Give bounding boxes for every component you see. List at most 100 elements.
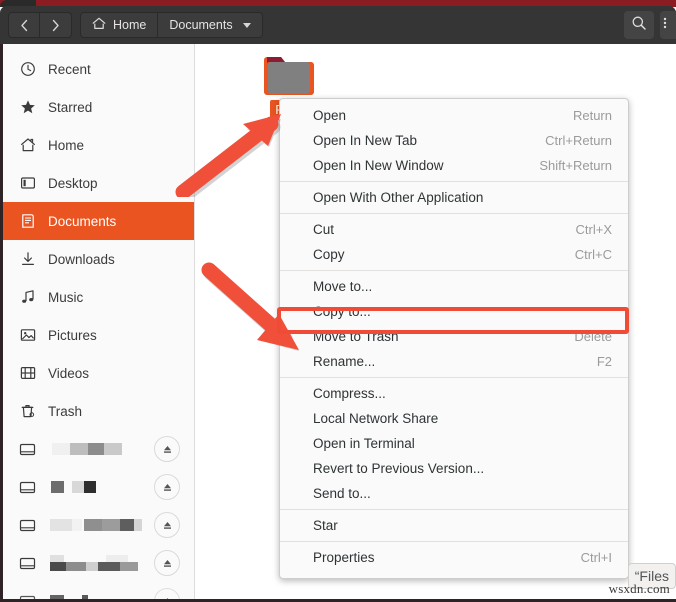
- chevron-down-icon: [243, 23, 251, 28]
- drive-icon: [19, 555, 36, 572]
- menu-item-open-with-other-application[interactable]: Open With Other Application: [280, 185, 628, 210]
- search-icon: [631, 15, 647, 36]
- menu-item-label: Send to...: [313, 486, 371, 501]
- download-icon: [19, 251, 36, 268]
- home-icon: [92, 17, 106, 33]
- sidebar-item-starred[interactable]: Starred: [3, 88, 194, 126]
- breadcrumb: Home Documents: [80, 12, 263, 38]
- document-icon: [19, 213, 36, 230]
- sidebar-item-documents[interactable]: Documents: [3, 202, 194, 240]
- sidebar-device-row[interactable]: [3, 506, 194, 544]
- menu-item-rename[interactable]: Rename... F2: [280, 349, 628, 374]
- menu-item-move-to[interactable]: Move to...: [280, 274, 628, 299]
- sidebar-device-row[interactable]: [3, 430, 194, 468]
- chevron-left-icon: [19, 19, 30, 32]
- search-button[interactable]: [624, 11, 654, 39]
- menu-separator: [280, 213, 628, 214]
- menu-item-accel: Ctrl+X: [576, 222, 612, 237]
- eject-button[interactable]: [154, 436, 180, 462]
- menu-item-accel: Shift+Return: [539, 158, 612, 173]
- menu-item-accel: Ctrl+I: [581, 550, 612, 565]
- sidebar-label-pictures: Pictures: [48, 328, 97, 343]
- menu-item-accel: Return: [573, 108, 612, 123]
- sidebar-item-pictures[interactable]: Pictures: [3, 316, 194, 354]
- sidebar-item-desktop[interactable]: Desktop: [3, 164, 194, 202]
- music-note-icon: [19, 289, 36, 306]
- menu-item-star[interactable]: Star: [280, 513, 628, 538]
- menu-item-cut[interactable]: Cut Ctrl+X: [280, 217, 628, 242]
- sidebar-item-home[interactable]: Home: [3, 126, 194, 164]
- breadcrumb-label-documents: Documents: [169, 18, 232, 32]
- menu-separator: [280, 377, 628, 378]
- menu-item-accel: Delete: [574, 329, 612, 344]
- menu-item-accel: Ctrl+C: [575, 247, 612, 262]
- context-menu-group: Compress... Local Network Share Open in …: [280, 381, 628, 506]
- menu-separator: [280, 181, 628, 182]
- menu-item-label: Revert to Previous Version...: [313, 461, 484, 476]
- menu-item-label: Compress...: [313, 386, 386, 401]
- context-menu-group: Cut Ctrl+X Copy Ctrl+C: [280, 217, 628, 267]
- menu-separator: [280, 270, 628, 271]
- breadcrumb-label-home: Home: [113, 18, 146, 32]
- sidebar-device-label-redacted: [48, 519, 142, 531]
- menu-item-compress[interactable]: Compress...: [280, 381, 628, 406]
- drive-icon: [19, 441, 36, 458]
- sidebar-label-home: Home: [48, 138, 84, 153]
- sidebar-label-recent: Recent: [48, 62, 91, 77]
- eject-button[interactable]: [154, 474, 180, 500]
- chevron-right-icon: [50, 19, 61, 32]
- breadcrumb-item-home[interactable]: Home: [80, 12, 158, 38]
- eject-icon: [161, 519, 174, 532]
- drive-icon: [19, 479, 36, 496]
- menu-item-move-to-trash[interactable]: Move to Trash Delete: [280, 324, 628, 349]
- main-menu-button[interactable]: [660, 11, 676, 39]
- sidebar-device-row[interactable]: [3, 468, 194, 506]
- sidebar-device-row[interactable]: [3, 544, 194, 582]
- menu-item-label: Cut: [313, 222, 334, 237]
- back-button[interactable]: [8, 12, 40, 38]
- forward-button[interactable]: [40, 12, 72, 38]
- menu-item-send-to[interactable]: Send to...: [280, 481, 628, 506]
- menu-item-open[interactable]: Open Return: [280, 103, 628, 128]
- sidebar-item-music[interactable]: Music: [3, 278, 194, 316]
- eject-button[interactable]: [154, 550, 180, 576]
- sidebar-label-downloads: Downloads: [48, 252, 115, 267]
- sidebar-label-music: Music: [48, 290, 83, 305]
- menu-item-label: Open In New Window: [313, 158, 444, 173]
- context-menu: Open Return Open In New Tab Ctrl+Return …: [279, 98, 629, 579]
- desktop-icon: [19, 175, 36, 192]
- context-menu-group: Open With Other Application: [280, 185, 628, 210]
- sidebar-item-recent[interactable]: Recent: [3, 50, 194, 88]
- breadcrumb-item-documents[interactable]: Documents: [158, 12, 262, 38]
- sidebar-item-videos[interactable]: Videos: [3, 354, 194, 392]
- annotation-arrow-to-move-to-trash: [197, 254, 327, 364]
- eject-button[interactable]: [154, 512, 180, 538]
- context-menu-group: Properties Ctrl+I: [280, 545, 628, 570]
- clock-icon: [19, 61, 36, 78]
- navigation-button-group: [8, 12, 72, 38]
- menu-item-accel: F2: [597, 354, 612, 369]
- menu-item-local-network-share[interactable]: Local Network Share: [280, 406, 628, 431]
- sidebar-device-label-redacted: [48, 481, 142, 493]
- watermark: wsxdn.com: [609, 581, 670, 597]
- menu-item-accel: Ctrl+Return: [545, 133, 612, 148]
- star-icon: [19, 99, 36, 116]
- menu-item-copy[interactable]: Copy Ctrl+C: [280, 242, 628, 267]
- menu-item-label: Local Network Share: [313, 411, 438, 426]
- sidebar-device-label-redacted: [48, 443, 142, 455]
- eject-icon: [161, 443, 174, 456]
- menu-item-properties[interactable]: Properties Ctrl+I: [280, 545, 628, 570]
- sidebar-device-label-redacted: [48, 555, 142, 571]
- sidebar-item-trash[interactable]: Trash: [3, 392, 194, 430]
- sidebar-item-downloads[interactable]: Downloads: [3, 240, 194, 278]
- menu-item-open-in-terminal[interactable]: Open in Terminal: [280, 431, 628, 456]
- menu-item-copy-to[interactable]: Copy to...: [280, 299, 628, 324]
- header-left-group: Home Documents: [0, 12, 263, 38]
- sidebar-label-trash: Trash: [48, 404, 82, 419]
- header-right-group: [624, 11, 676, 39]
- menu-item-open-in-new-window[interactable]: Open In New Window Shift+Return: [280, 153, 628, 178]
- file-manager-window: Home Documents: [0, 0, 676, 602]
- menu-item-revert-to-previous-version[interactable]: Revert to Previous Version...: [280, 456, 628, 481]
- menu-item-open-in-new-tab[interactable]: Open In New Tab Ctrl+Return: [280, 128, 628, 153]
- annotation-arrow-to-folder: [175, 102, 310, 197]
